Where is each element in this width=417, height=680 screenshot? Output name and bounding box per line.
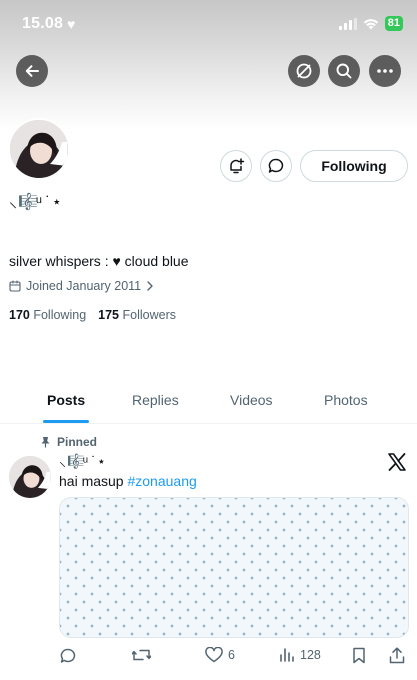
tab-videos[interactable]: Videos	[230, 392, 273, 408]
post-text: hai masup #zonauang	[59, 473, 197, 489]
retweet-button[interactable]	[132, 647, 151, 663]
like-button[interactable]: 6	[205, 647, 235, 663]
reply-button[interactable]	[59, 647, 77, 665]
post-author-avatar[interactable]	[9, 456, 51, 498]
following-count-link[interactable]: 170 Following	[9, 308, 86, 322]
wifi-icon	[363, 18, 378, 29]
hide-button[interactable]	[288, 55, 320, 87]
avatar-image	[9, 456, 51, 498]
post-actions: 6 128	[59, 647, 409, 667]
notification-bell-icon	[230, 158, 245, 174]
tab-replies[interactable]: Replies	[132, 392, 179, 408]
status-bar: 15.08 ♥ 81	[0, 0, 417, 48]
tab-posts[interactable]: Posts	[47, 392, 85, 408]
pin-icon	[41, 437, 50, 448]
post-author-name[interactable]: ⸜🎼ͧ ˙⋆	[59, 452, 107, 471]
follow-counts: 170 Following 175 Followers	[9, 308, 176, 322]
bio: silver whispers : ♥ cloud blue	[9, 253, 189, 269]
avatar-image	[10, 120, 68, 178]
x-logo-icon	[387, 453, 407, 476]
bookmark-button[interactable]	[352, 647, 366, 664]
following-button[interactable]: Following	[300, 150, 408, 182]
message-icon	[268, 158, 284, 173]
heart-icon: ♥	[67, 16, 76, 32]
bookmark-icon	[353, 647, 365, 664]
more-button[interactable]	[369, 55, 401, 87]
profile-avatar[interactable]	[8, 118, 70, 180]
status-time: 15.08 ♥	[22, 15, 76, 32]
back-button[interactable]	[16, 55, 48, 87]
profile-tabs: Posts Replies Videos Photos	[0, 380, 417, 424]
hide-icon	[296, 63, 312, 79]
more-icon	[377, 69, 393, 73]
joined-text: Joined January 2011	[26, 279, 142, 293]
battery-indicator: 81	[384, 16, 403, 31]
view-count: 128	[300, 647, 321, 662]
status-right: 81	[338, 16, 403, 31]
calendar-icon	[9, 280, 21, 292]
display-name: ⸜🎼ͧ ˙⋆	[9, 194, 63, 211]
like-icon	[205, 647, 223, 663]
hashtag-link[interactable]: #zonauang	[127, 473, 196, 489]
notifications-button[interactable]	[220, 150, 252, 182]
reply-icon	[60, 648, 76, 663]
like-count: 6	[228, 648, 235, 662]
views-button[interactable]: 128	[279, 647, 321, 662]
search-icon	[336, 63, 352, 79]
retweet-icon	[132, 649, 151, 661]
tab-photos[interactable]: Photos	[324, 392, 368, 408]
chevron-right-icon	[147, 281, 153, 291]
share-icon	[389, 647, 405, 664]
search-button[interactable]	[328, 55, 360, 87]
joined-date[interactable]: Joined January 2011	[9, 279, 154, 293]
active-tab-indicator	[43, 420, 89, 423]
followers-count-link[interactable]: 175 Followers	[98, 308, 176, 322]
message-button[interactable]	[260, 150, 292, 182]
post-media[interactable]	[59, 497, 409, 638]
views-icon	[280, 648, 294, 662]
pinned-label: Pinned	[40, 435, 97, 449]
share-button[interactable]	[389, 647, 405, 664]
signal-icon	[338, 17, 357, 30]
back-arrow-icon	[25, 65, 39, 77]
